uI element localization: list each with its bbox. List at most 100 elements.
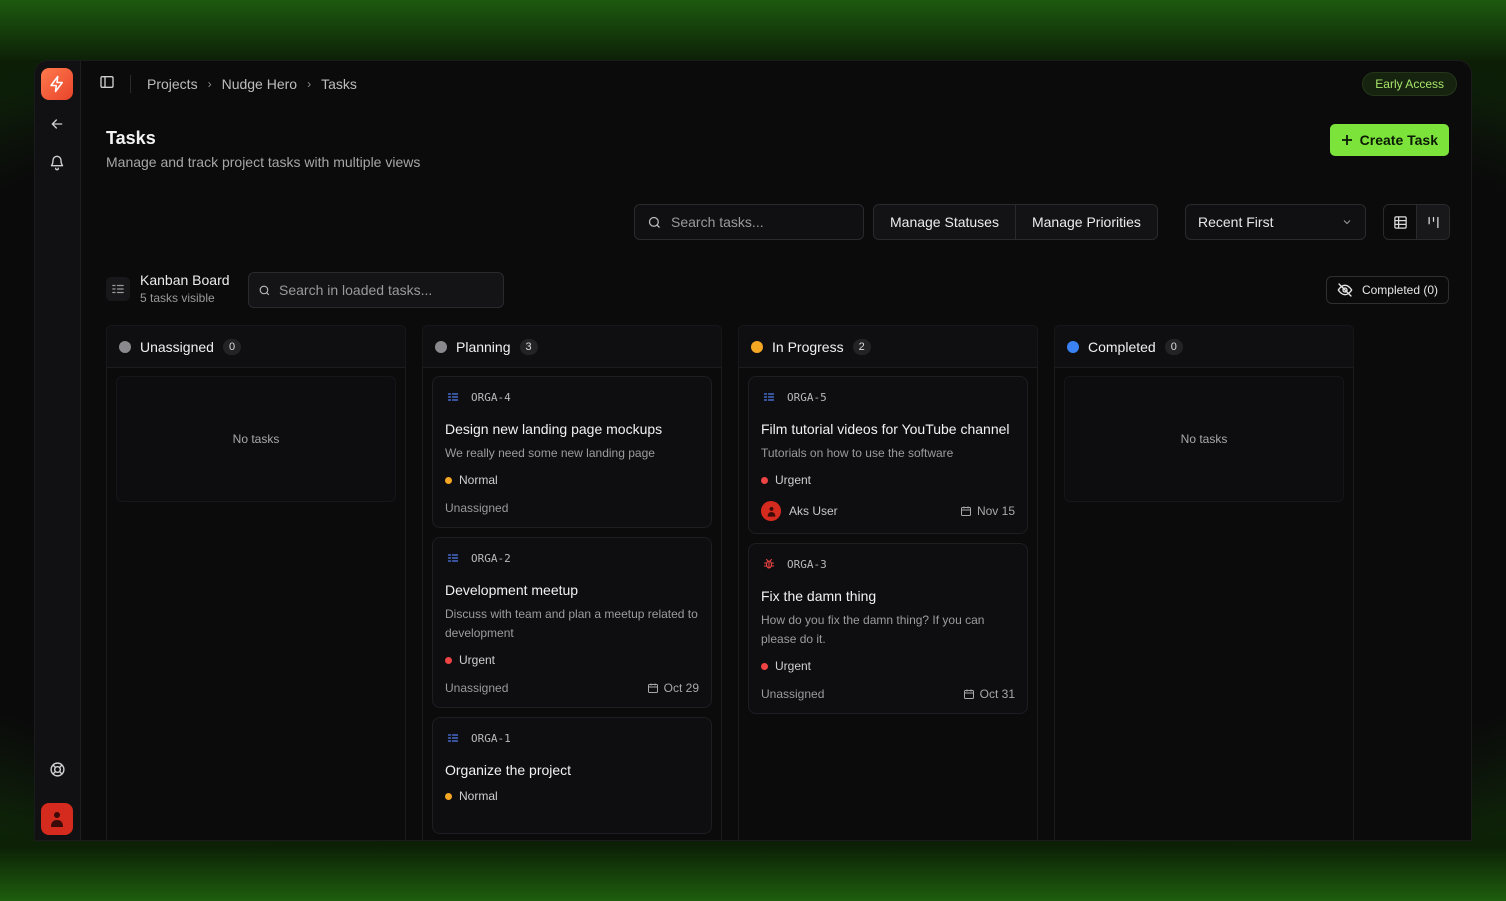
task-description: Discuss with team and plan a meetup rela… [445, 607, 698, 640]
help-button[interactable] [46, 758, 68, 780]
empty-state: No tasks [116, 376, 396, 502]
user-avatar[interactable] [41, 803, 73, 835]
priority-dot [761, 476, 768, 484]
manage-priorities-button[interactable]: Manage Priorities [1014, 205, 1157, 239]
task-title: Development meetup [445, 582, 579, 598]
main-area: Projects › Nudge Hero › Tasks Early Acce… [81, 61, 1471, 840]
divider [130, 75, 131, 93]
column-body: ORGA-5 Film tutorial videos for YouTube … [738, 367, 1038, 840]
search-tasks [634, 204, 864, 240]
board-header: Kanban Board 5 tasks visible [106, 272, 230, 305]
priority-label: Normal [459, 789, 498, 803]
priority-label: Urgent [775, 659, 812, 673]
task-assignee: Unassigned [761, 687, 825, 701]
board-search-input[interactable] [279, 282, 459, 298]
board-search [248, 272, 504, 308]
list-check-icon [112, 284, 124, 293]
card-id-row: ORGA-1 [445, 730, 699, 746]
due-date-value: Nov 15 [976, 504, 1015, 518]
kanban-view-button[interactable] [1416, 205, 1449, 239]
column-count: 2 [852, 338, 871, 355]
task-assignee: Unassigned [445, 681, 509, 695]
manage-group: Manage Statuses Manage Priorities [873, 204, 1158, 240]
app-logo[interactable] [41, 68, 73, 100]
column-count: 3 [519, 338, 538, 355]
column-header: In Progress 2 [738, 325, 1038, 367]
app-window: Projects › Nudge Hero › Tasks Early Acce… [34, 60, 1472, 841]
task-title: Film tutorial videos for YouTube channel [761, 421, 1010, 437]
user-avatar-icon [767, 506, 775, 517]
column-body: No tasks [1054, 367, 1354, 840]
sort-value: Recent First [1198, 214, 1274, 230]
task-priority: Urgent [445, 653, 699, 667]
calendar-icon [960, 506, 971, 516]
task-card-orga-1[interactable]: ORGA-1 Organize the project Normal [432, 717, 712, 834]
chevron-right-icon: › [307, 77, 312, 91]
task-description: Tutorials on how to use the software [761, 446, 954, 460]
calendar-icon [963, 689, 974, 699]
column-in-progress: In Progress 2 ORGA-5 Film tutorial video… [738, 325, 1038, 840]
chevron-right-icon: › [207, 77, 212, 91]
top-bar: Projects › Nudge Hero › Tasks Early Acce… [81, 61, 1471, 107]
column-body: No tasks [106, 367, 406, 840]
column-planning: Planning 3 ORGA-4 Design new landing pag… [422, 325, 722, 840]
task-id: ORGA-5 [787, 390, 827, 404]
task-priority: Normal [445, 789, 699, 803]
sidebar-toggle-button[interactable] [99, 74, 119, 94]
empty-state: No tasks [1064, 376, 1344, 502]
task-id: ORGA-3 [787, 557, 827, 571]
task-type-icon [445, 550, 461, 566]
task-id: ORGA-2 [471, 551, 511, 565]
board-subtitle: 5 tasks visible [140, 291, 215, 305]
status-dot [1067, 340, 1079, 353]
search-tasks-input[interactable] [671, 214, 851, 230]
chevron-down-icon [1343, 220, 1351, 225]
column-header: Planning 3 [422, 325, 722, 367]
user-avatar-icon [51, 812, 63, 827]
task-type-icon [445, 389, 461, 405]
task-description: How do you fix the damn thing? If you ca… [761, 613, 985, 646]
search-icon [259, 285, 270, 295]
task-title: Organize the project [445, 762, 572, 778]
plus-icon [1341, 135, 1352, 145]
kanban-board-icon [106, 276, 130, 301]
task-card-orga-3[interactable]: ORGA-3 Fix the damn thing How do you fix… [748, 543, 1028, 714]
status-dot [751, 340, 763, 353]
arrow-left-icon [51, 119, 63, 129]
breadcrumb-projects[interactable]: Projects [147, 76, 198, 92]
manage-statuses-button[interactable]: Manage Statuses [874, 205, 1015, 239]
completed-toggle-button[interactable]: Completed (0) [1325, 276, 1449, 304]
back-button[interactable] [46, 113, 68, 135]
column-header: Completed 0 [1054, 325, 1354, 367]
breadcrumb-project[interactable]: Nudge Hero [222, 76, 298, 92]
task-card-orga-4[interactable]: ORGA-4 Design new landing page mockups W… [432, 376, 712, 528]
bell-icon [50, 155, 64, 171]
column-header: Unassigned 0 [106, 325, 406, 367]
card-footer: Unassigned Oct 31 [761, 687, 1015, 701]
column-count: 0 [1164, 338, 1183, 355]
sort-select[interactable]: Recent First [1185, 204, 1366, 240]
column-completed: Completed 0 No tasks [1054, 325, 1354, 840]
task-priority: Urgent [761, 659, 1015, 673]
task-card-orga-2[interactable]: ORGA-2 Development meetup Discuss with t… [432, 537, 712, 708]
card-id-row: ORGA-3 [761, 556, 1015, 572]
column-unassigned: Unassigned 0 No tasks [106, 325, 406, 840]
lifebuoy-icon [49, 761, 65, 777]
page-subtitle: Manage and track project tasks with mult… [106, 154, 421, 170]
priority-label: Urgent [775, 473, 812, 487]
priority-label: Normal [459, 473, 498, 487]
create-task-button[interactable]: Create Task [1329, 124, 1449, 156]
card-footer: Aks User Nov 15 [761, 501, 1015, 521]
priority-dot [445, 476, 452, 484]
task-id: ORGA-1 [471, 731, 511, 745]
early-access-badge: Early Access [1362, 72, 1457, 96]
priority-label: Urgent [459, 653, 496, 667]
priority-dot [445, 792, 452, 800]
table-view-button[interactable] [1384, 205, 1416, 239]
task-card-orga-5[interactable]: ORGA-5 Film tutorial videos for YouTube … [748, 376, 1028, 534]
notifications-button[interactable] [46, 152, 68, 174]
task-type-icon [445, 730, 461, 746]
column-body: ORGA-4 Design new landing page mockups W… [422, 367, 722, 840]
card-footer: Unassigned [445, 501, 699, 515]
column-name: Completed [1088, 338, 1156, 355]
